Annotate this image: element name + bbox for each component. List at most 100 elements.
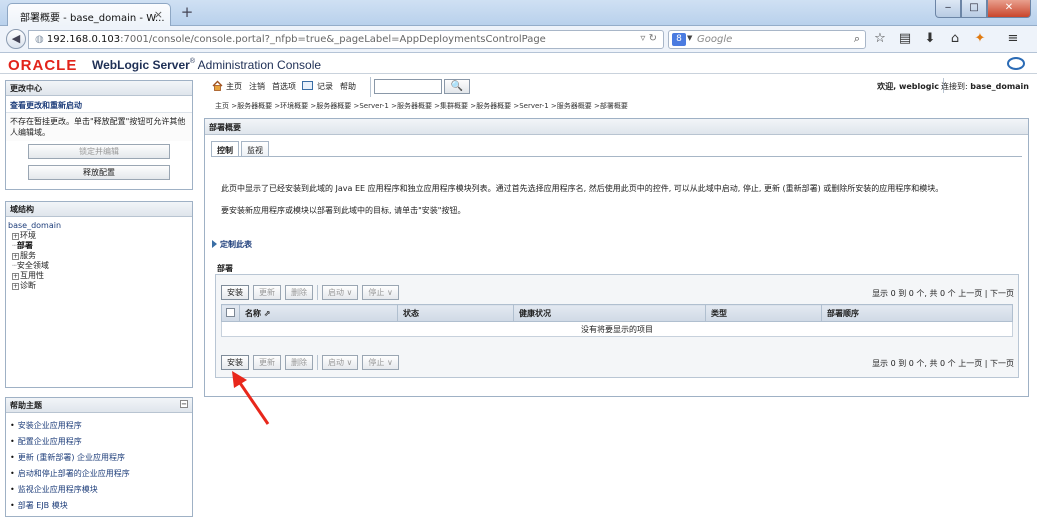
expand-icon[interactable]: + bbox=[12, 283, 19, 290]
welcome-text: 欢迎, weblogic bbox=[877, 82, 939, 91]
help-topic-link[interactable]: 监视企业应用程序模块 bbox=[10, 484, 192, 500]
help-topics-panel: 帮助主题 − 安装企业应用程序 配置企业应用程序 更新 (重新部署) 企业应用程… bbox=[5, 397, 193, 517]
window-controls: ‒ □ ✕ bbox=[935, 0, 1031, 18]
help-topic-link[interactable]: 配置企业应用程序 bbox=[10, 436, 192, 452]
page-title: 部署概要 bbox=[205, 119, 1028, 135]
expand-icon[interactable]: + bbox=[12, 273, 19, 280]
pagination[interactable]: 显示 0 到 0 个, 共 0 个 上一页 | 下一页 bbox=[872, 358, 1014, 369]
column-state[interactable]: 状态 bbox=[397, 304, 514, 322]
stop-dropdown[interactable]: 停止 ∨ bbox=[362, 284, 399, 300]
reading-list-icon[interactable]: ▤ bbox=[897, 31, 913, 46]
browser-tab-title: 部署概要 - base_domain - W... bbox=[20, 13, 165, 24]
tree-node-environment[interactable]: + 环境 bbox=[8, 231, 192, 241]
table-row: 没有将要显示的项目 bbox=[221, 321, 1013, 337]
breadcrumb[interactable]: 主页 >服务器概要 >环境概要 >服务器概要 >Server-1 >服务器概要 … bbox=[215, 101, 628, 111]
close-window-button[interactable]: ✕ bbox=[987, 0, 1031, 18]
help-topic-link[interactable]: 启动和停止部署的企业应用程序 bbox=[10, 468, 192, 484]
logout-link[interactable]: 注销 bbox=[249, 81, 265, 92]
search-engine-icon[interactable]: 8 bbox=[672, 33, 686, 46]
new-tab-button[interactable]: + bbox=[178, 3, 196, 22]
minimize-button[interactable]: ‒ bbox=[935, 0, 961, 18]
magnifier-icon[interactable]: ⌕ bbox=[854, 32, 860, 46]
tab-monitoring[interactable]: 监视 bbox=[241, 141, 269, 157]
start-dropdown[interactable]: 启动 ∨ bbox=[322, 284, 359, 300]
deployments-panel: 部署概要 控制 监视 此页中显示了已经安装到此域的 Java EE 应用程序和独… bbox=[204, 118, 1029, 397]
pagination[interactable]: 显示 0 到 0 个, 共 0 个 上一页 | 下一页 bbox=[872, 288, 1014, 299]
bookmark-star-icon[interactable]: ☆ bbox=[872, 31, 888, 46]
collapse-icon[interactable]: − bbox=[180, 400, 188, 408]
console-search-button[interactable]: 🔍 bbox=[444, 79, 470, 94]
tab-strip: 控制 监视 bbox=[211, 141, 271, 157]
start-dropdown[interactable]: 启动 ∨ bbox=[322, 354, 359, 370]
record-link[interactable]: 记录 bbox=[317, 81, 333, 92]
download-icon[interactable]: ⬇ bbox=[922, 31, 938, 46]
tree-node-deployments[interactable]: ┄部署 bbox=[8, 241, 192, 251]
button-divider bbox=[317, 354, 318, 370]
tree-node-services[interactable]: + 服务 bbox=[8, 251, 192, 261]
annotation-arrow-icon bbox=[232, 371, 270, 425]
tab-control[interactable]: 控制 bbox=[211, 141, 239, 157]
stop-dropdown[interactable]: 停止 ∨ bbox=[362, 354, 399, 370]
delete-button[interactable]: 删除 bbox=[285, 354, 313, 370]
tree-node-interoperability[interactable]: + 互用性 bbox=[8, 271, 192, 281]
tree-root-link[interactable]: base_domain bbox=[8, 221, 192, 231]
column-health[interactable]: 健康状况 bbox=[513, 304, 706, 322]
back-arrow-icon[interactable]: ◀ bbox=[6, 29, 26, 49]
deployments-table: 名称 ⇗ 状态 健康状况 类型 部署顺序 没有将要显示的项目 bbox=[221, 304, 1013, 337]
console-header: ORACLE WebLogic Server® Administration C… bbox=[0, 54, 1037, 74]
chevron-down-icon[interactable]: ▼ bbox=[687, 34, 692, 42]
update-button[interactable]: 更新 bbox=[253, 284, 281, 300]
oracle-logo: ORACLE bbox=[8, 57, 78, 74]
maximize-button[interactable]: □ bbox=[961, 0, 987, 18]
install-button[interactable]: 安装 bbox=[221, 284, 249, 300]
url-path: :7001/console/console.portal?_nfpb=true&… bbox=[120, 34, 546, 45]
help-topic-link[interactable]: 更新 (重新部署) 企业应用程序 bbox=[10, 452, 192, 468]
release-config-button[interactable]: 释放配置 bbox=[28, 165, 170, 180]
home-link[interactable]: 主页 bbox=[226, 81, 242, 92]
change-center-message: 不存在暂挂更改。单击"释放配置"按钮可允许其他人编辑域。 bbox=[6, 113, 192, 141]
tab-underline bbox=[211, 156, 1022, 157]
delete-button[interactable]: 删除 bbox=[285, 284, 313, 300]
column-deployment-order[interactable]: 部署顺序 bbox=[821, 304, 1013, 322]
domain-structure-title: 域结构 bbox=[6, 202, 192, 217]
select-all-checkbox[interactable] bbox=[221, 304, 240, 322]
customize-table-link[interactable]: 定制此表 bbox=[212, 239, 252, 250]
extension-icon[interactable]: ✦ bbox=[972, 31, 988, 46]
preferences-link[interactable]: 首选项 bbox=[272, 81, 296, 92]
reload-icon[interactable]: ▿ ↻ bbox=[640, 33, 657, 44]
browser-toolbar-icons: ☆ ▤ ⬇ ⌂ ✦ ≡ bbox=[872, 31, 1021, 46]
url-host: 192.168.0.103 bbox=[46, 34, 121, 45]
tree-node-security-realms[interactable]: ┄安全领域 bbox=[8, 261, 192, 271]
section-title: 部署 bbox=[217, 264, 233, 273]
column-type[interactable]: 类型 bbox=[705, 304, 822, 322]
menu-icon[interactable]: ≡ bbox=[1005, 31, 1021, 46]
close-icon[interactable]: × bbox=[154, 8, 163, 21]
update-button[interactable]: 更新 bbox=[253, 354, 281, 370]
toolbar-divider bbox=[370, 77, 371, 97]
search-bar[interactable]: 8 ▼ Google ⌕ bbox=[668, 30, 866, 49]
home-icon[interactable]: ⌂ bbox=[947, 31, 963, 46]
console-search-input[interactable] bbox=[374, 79, 442, 94]
browser-navbar: ◀ ◍ 192.168.0.103:7001/console/console.p… bbox=[0, 26, 1037, 53]
page-description: 此页中显示了已经安装到此域的 Java EE 应用程序和独立应用程序模块列表。通… bbox=[221, 184, 944, 193]
tree-node-diagnostics[interactable]: + 诊断 bbox=[8, 281, 192, 291]
search-placeholder: Google bbox=[697, 34, 733, 45]
help-topic-link[interactable]: 安装企业应用程序 bbox=[10, 420, 192, 436]
table-button-row: 安装 更新 删除 启动 ∨ 停止 ∨ bbox=[221, 284, 403, 300]
browser-tab[interactable]: 部署概要 - base_domain - W... × bbox=[7, 3, 171, 26]
expand-icon[interactable]: + bbox=[12, 233, 19, 240]
home-icon[interactable] bbox=[212, 80, 223, 91]
product-title: WebLogic Server® Administration Console bbox=[92, 58, 322, 72]
oracle-oval-icon bbox=[1007, 57, 1025, 70]
column-name[interactable]: 名称 ⇗ bbox=[239, 304, 398, 322]
help-topics-title: 帮助主题 − bbox=[6, 398, 192, 413]
lock-edit-button[interactable]: 锁定并编辑 bbox=[28, 144, 170, 159]
view-changes-link[interactable]: 查看更改和重新启动 bbox=[6, 96, 192, 113]
address-bar[interactable]: ◍ 192.168.0.103:7001/console/console.por… bbox=[28, 30, 664, 49]
record-icon[interactable] bbox=[302, 81, 313, 90]
browser-titlebar: 部署概要 - base_domain - W... × + ‒ □ ✕ bbox=[0, 0, 1037, 26]
help-link[interactable]: 帮助 bbox=[340, 81, 356, 92]
install-button[interactable]: 安装 bbox=[221, 354, 249, 370]
empty-table-message: 没有将要显示的项目 bbox=[221, 321, 1013, 337]
expand-icon[interactable]: + bbox=[12, 253, 19, 260]
